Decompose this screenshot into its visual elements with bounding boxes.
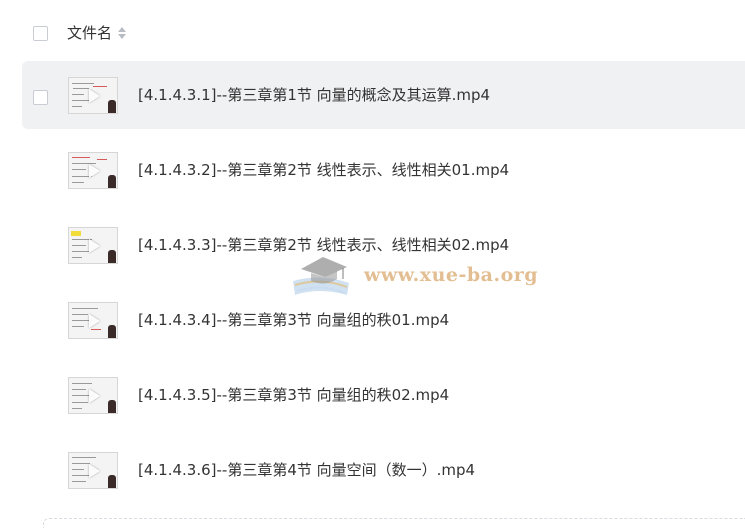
play-icon [89,389,100,403]
sort-caret-icon[interactable] [118,26,127,40]
column-header-filename[interactable]: 文件名 [67,22,127,44]
video-thumbnail [68,302,118,339]
file-name[interactable]: [4.1.4.3.3]--第三章第2节 线性表示、线性相关02.mp4 [138,235,509,255]
file-name[interactable]: [4.1.4.3.4]--第三章第3节 向量组的秩01.mp4 [138,310,449,330]
file-row[interactable]: [4.1.4.3.1]--第三章第1节 向量的概念及其运算.mp4 [22,61,745,129]
play-icon [89,89,100,103]
select-all-checkbox[interactable] [33,26,48,41]
play-icon [89,464,100,478]
file-row[interactable]: [4.1.4.3.3]--第三章第2节 线性表示、线性相关02.mp4 [22,211,745,279]
play-icon [89,314,100,328]
play-icon [89,164,100,178]
file-name[interactable]: [4.1.4.3.5]--第三章第3节 向量组的秩02.mp4 [138,385,449,405]
file-list-header: 文件名 [0,0,745,66]
file-row[interactable]: [4.1.4.3.6]--第三章第4节 向量空间（数一）.mp4 [22,436,745,504]
file-name[interactable]: [4.1.4.3.1]--第三章第1节 向量的概念及其运算.mp4 [138,85,490,105]
file-row[interactable]: [4.1.4.3.2]--第三章第2节 线性表示、线性相关01.mp4 [22,136,745,204]
video-thumbnail [68,152,118,189]
video-thumbnail [68,77,118,114]
file-checkbox[interactable] [33,90,48,105]
file-name[interactable]: [4.1.4.3.6]--第三章第4节 向量空间（数一）.mp4 [138,460,475,480]
video-thumbnail [68,452,118,489]
file-row[interactable]: [4.1.4.3.4]--第三章第3节 向量组的秩01.mp4 [22,286,745,354]
video-thumbnail [68,227,118,264]
play-icon [89,239,100,253]
video-thumbnail [68,377,118,414]
file-name[interactable]: [4.1.4.3.2]--第三章第2节 线性表示、线性相关01.mp4 [138,160,509,180]
column-header-label: 文件名 [67,24,113,42]
file-row[interactable]: [4.1.4.3.5]--第三章第3节 向量组的秩02.mp4 [22,361,745,429]
list-bottom-divider [43,518,745,528]
